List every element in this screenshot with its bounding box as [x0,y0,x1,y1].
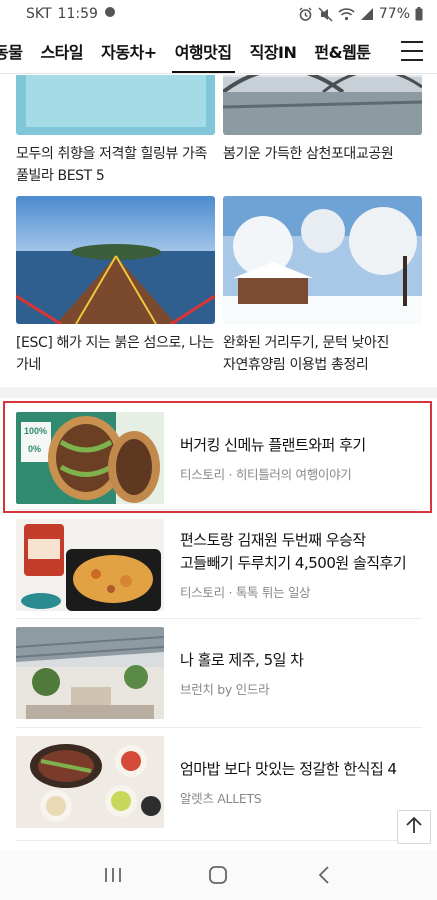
list-item-text: 나 홀로 제주, 5일 차 브런치 by 인드라 [180,627,416,719]
status-time: 11:59 [57,6,98,22]
hamburger-menu-icon[interactable] [401,41,423,61]
grid-row: 모두의 취향을 저격할 힐링뷰 가족 풀빌라 BEST 5 봄기운 가득한 삼천… [16,75,422,184]
category-tabs: 동물 스타일 자동차+ 여행맛집 직장IN 펀&웹툰 [0,28,390,73]
jeju-cafe-thumbnail [16,627,164,719]
back-icon[interactable] [304,855,344,895]
list-item[interactable]: 편스토랑 김재원 두번째 우승작 고들빼기 두루치기 4,500원 솔직후기 티… [16,519,422,611]
mute-icon [318,6,333,22]
pool-villa-thumbnail [16,75,215,135]
feed-content: 모두의 취향을 저격할 힐링뷰 가족 풀빌라 BEST 5 봄기운 가득한 삼천… [0,75,437,850]
list-item-source: 브런치 by 인드라 [180,681,270,697]
list-item-source: 알렛츠 ALLETS [180,790,262,806]
list-item[interactable]: 엄마밥 보다 맛있는 정갈한 한식집 4 알렛츠 ALLETS [16,736,422,828]
arrow-up-icon [405,815,423,839]
grid-card[interactable]: 봄기운 가득한 삼천포대교공원 [223,75,422,165]
grid-card[interactable]: 완화된 거리두기, 문턱 낮아진 자연휴양림 이용법 총정리 [223,196,422,376]
sunset-island-thumbnail [16,196,215,324]
list-item-title: 엄마밥 보다 맛있는 정갈한 한식집 4 [180,759,397,778]
grid-card-title: 모두의 취향을 저격할 힐링뷰 가족 풀빌라 BEST 5 [16,146,207,184]
alarm-icon [298,7,313,22]
battery-percent: 77% [378,6,410,22]
grid-card-title: 봄기운 가득한 삼천포대교공원 [223,146,394,162]
home-icon[interactable] [198,855,238,895]
battery-icon [415,7,423,21]
tab-style[interactable]: 스타일 [31,28,92,73]
tab-travel-food[interactable]: 여행맛집 [166,28,241,73]
list-item-title: 편스토랑 김재원 두번째 우승작 고들빼기 두루치기 4,500원 솔직후기 [180,531,407,572]
grid-card-title: 완화된 거리두기, 문턱 낮아진 자연휴양림 이용법 총정리 [223,335,389,373]
status-left: SKT 11:59 [26,6,116,22]
korean-meal-thumbnail [16,736,164,828]
list-item-text: 엄마밥 보다 맛있는 정갈한 한식집 4 알렛츠 ALLETS [180,736,416,828]
list-separator [16,727,422,728]
bridge-park-thumbnail [223,75,422,135]
grid-card[interactable]: [ESC] 해가 지는 붉은 섬으로, 나는 가네 [16,196,215,376]
tab-animals[interactable]: 동물 [0,28,31,73]
selection-highlight [3,401,432,513]
grid-card[interactable]: 모두의 취향을 저격할 힐링뷰 가족 풀빌라 BEST 5 [16,75,215,187]
kimchi-dish-thumbnail [16,519,164,611]
grid-card-title: [ESC] 해가 지는 붉은 섬으로, 나는 가네 [16,335,215,373]
list-item[interactable]: 나 홀로 제주, 5일 차 브런치 by 인드라 [16,627,422,719]
recent-apps-icon[interactable] [93,855,133,895]
category-tab-bar: 동물 스타일 자동차+ 여행맛집 직장IN 펀&웹툰 [0,28,437,74]
tab-work[interactable]: 직장IN [241,28,306,73]
system-navigation-bar [0,850,437,900]
scroll-to-top-button[interactable] [397,810,431,844]
tab-car[interactable]: 자동차+ [92,28,166,73]
list-item-text: 편스토랑 김재원 두번째 우승작 고들빼기 두루치기 4,500원 솔직후기 티… [180,519,416,611]
list-item-source: 티스토리 · 톡톡 튀는 일상 [180,585,311,600]
status-right: 77% [298,6,423,22]
status-bar: SKT 11:59 77% [0,0,437,28]
signal-icon [360,7,374,21]
chat-bubble-icon [104,6,116,22]
wifi-icon [338,7,355,21]
section-divider [0,387,437,398]
list-separator [16,840,422,841]
tab-fun-webtoon[interactable]: 펀&웹툰 [305,28,379,73]
list-separator [16,509,422,510]
snowy-cabin-thumbnail [223,196,422,324]
list-separator [16,618,422,619]
grid-row: [ESC] 해가 지는 붉은 섬으로, 나는 가네 완화된 거리두기, 문턱 낮… [16,196,422,373]
list-item-title: 나 홀로 제주, 5일 차 [180,650,304,669]
carrier-label: SKT [26,6,52,22]
